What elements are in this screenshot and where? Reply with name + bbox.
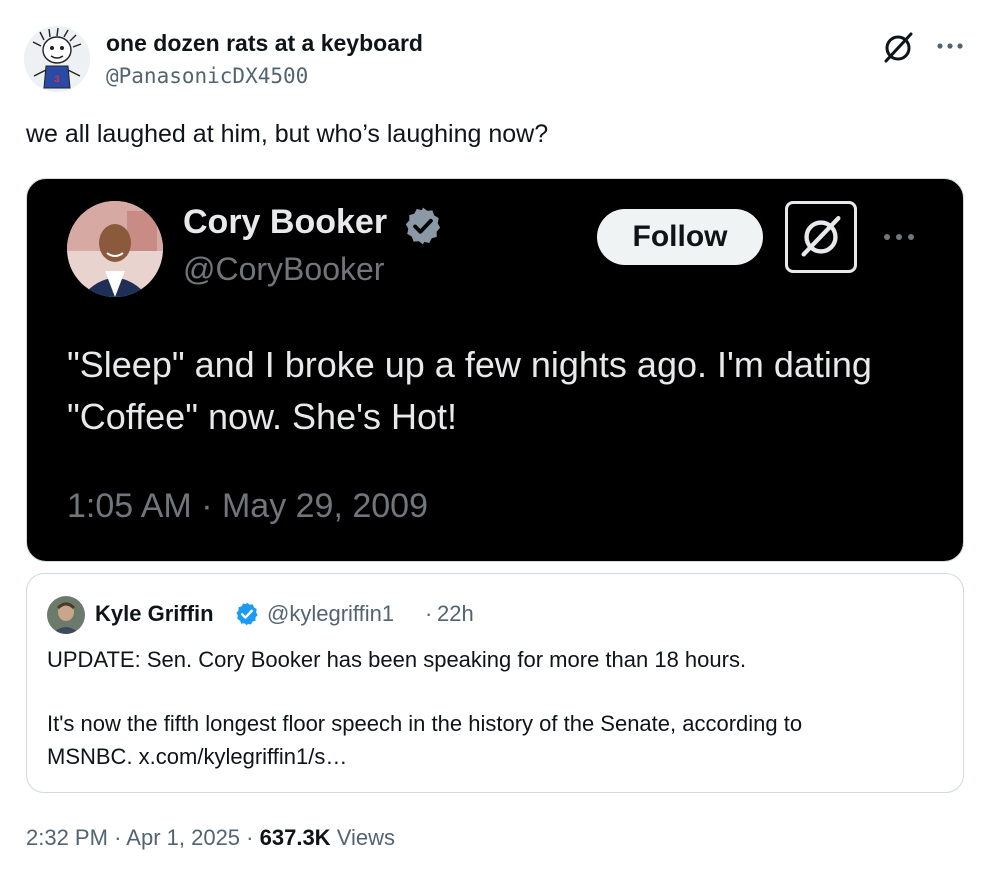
embedded-tweet-image[interactable]: Cory Booker @CoryBooker Follow "Sleep" a… xyxy=(26,178,964,562)
embedded-author-name: Cory Booker xyxy=(183,203,388,241)
author-avatar[interactable]: 3 xyxy=(24,26,90,92)
post-date[interactable]: Apr 1, 2025 xyxy=(126,825,240,850)
grok-icon[interactable] xyxy=(785,201,857,273)
quoted-tweet-text-line: MSNBC. x.com/kylegriffin1/s… xyxy=(47,744,348,769)
grok-icon[interactable] xyxy=(880,30,916,66)
views-count[interactable]: 637.3K xyxy=(260,825,331,850)
verified-badge-icon xyxy=(402,205,444,247)
quoted-tweet-time[interactable]: 22h xyxy=(437,601,474,627)
svg-text:3: 3 xyxy=(54,74,59,84)
follow-button[interactable]: Follow xyxy=(597,209,763,265)
author-handle[interactable]: @PanasonicDX4500 xyxy=(106,64,308,88)
more-options-icon[interactable] xyxy=(879,225,919,249)
separator-dot: · xyxy=(246,825,254,850)
verified-badge-icon xyxy=(234,601,260,627)
quoted-tweet[interactable]: Kyle Griffin @kylegriffin1 · 22h UPDATE:… xyxy=(26,573,964,793)
post-metadata: 2:32 PM · Apr 1, 2025 · 637.3K Views xyxy=(26,825,395,851)
quoted-author-handle[interactable]: @kylegriffin1 xyxy=(267,601,394,627)
quoted-tweet-text-line: UPDATE: Sen. Cory Booker has been speaki… xyxy=(47,647,747,672)
embedded-tweet-text: "Sleep" and I broke up a few nights ago.… xyxy=(67,344,872,437)
author-name[interactable]: one dozen rats at a keyboard xyxy=(106,30,423,57)
quoted-author-name[interactable]: Kyle Griffin xyxy=(95,601,214,627)
separator-dot: · xyxy=(425,601,433,626)
views-label: Views xyxy=(336,825,395,850)
separator-dot: · xyxy=(114,825,122,850)
quoted-tweet-text-line: It's now the fifth longest floor speech … xyxy=(47,711,803,736)
more-options-icon[interactable] xyxy=(933,32,967,60)
embedded-tweet-timestamp: 1:05 AM · May 29, 2009 xyxy=(67,487,428,525)
post-text: we all laughed at him, but who’s laughin… xyxy=(26,120,549,148)
embedded-author-handle: @CoryBooker xyxy=(183,251,385,287)
post-time[interactable]: 2:32 PM xyxy=(26,825,108,850)
quoted-author-avatar[interactable] xyxy=(47,596,85,634)
cory-booker-avatar xyxy=(67,201,163,297)
